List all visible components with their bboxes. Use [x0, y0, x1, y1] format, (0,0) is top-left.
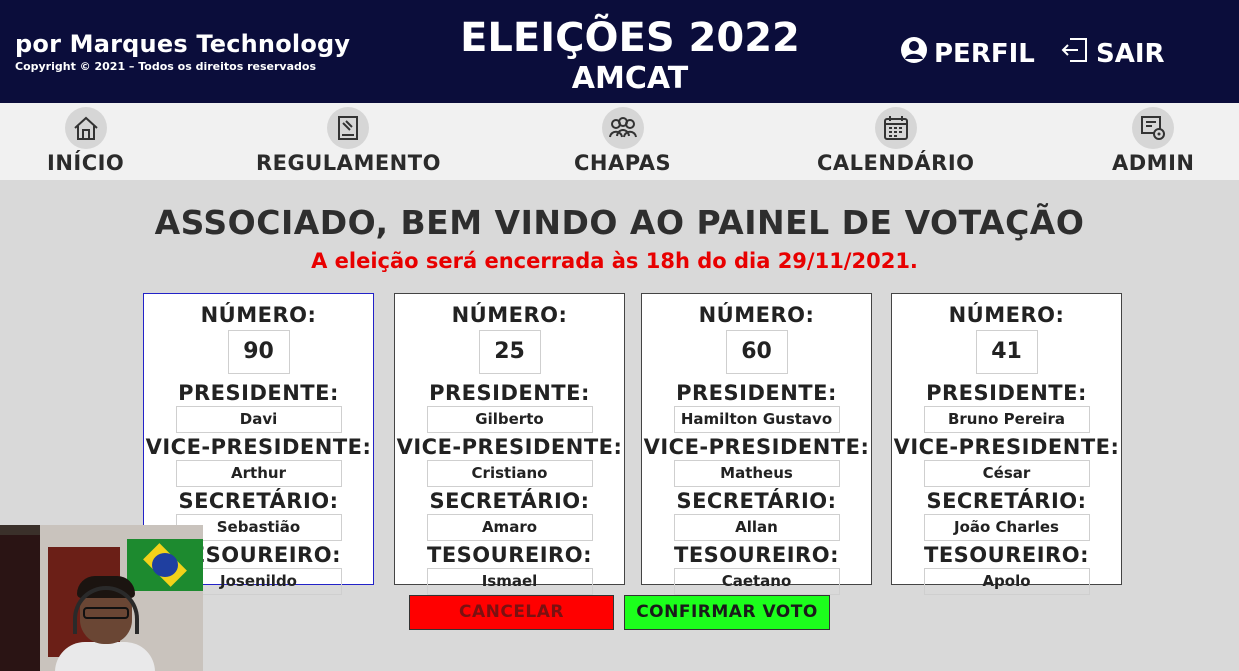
flag-circle: [152, 553, 178, 577]
calendar-icon: [874, 107, 917, 149]
brand-block: por Marques Technology Copyright © 2021 …: [15, 30, 350, 73]
nav-label-admin: ADMIN: [1112, 151, 1195, 175]
page-subtitle: AMCAT: [571, 61, 689, 96]
top-header: por Marques Technology Copyright © 2021 …: [0, 0, 1239, 103]
treasurer-label: TESOUREIRO:: [427, 543, 592, 567]
treasurer-name: Caetano: [673, 568, 840, 595]
slate-number: 25: [478, 330, 541, 374]
number-label: NÚMERO:: [200, 303, 317, 327]
number-label: NÚMERO:: [698, 303, 815, 327]
nav-item-calendario[interactable]: CALENDÁRIO: [817, 107, 975, 175]
nav-label-inicio: INÍCIO: [47, 151, 125, 175]
welcome-heading: ASSOCIADO, BEM VINDO AO PAINEL DE VOTAÇÃ…: [154, 203, 1085, 242]
title-block: ELEIÇÕES 2022 AMCAT: [430, 14, 830, 96]
secretary-label: SECRETÁRIO:: [926, 489, 1087, 513]
presenter: [55, 576, 155, 671]
president-label: PRESIDENTE:: [178, 381, 339, 405]
wall-poster: [0, 535, 40, 671]
president-name: Hamilton Gustavo: [673, 406, 840, 433]
secretary-name: João Charles: [923, 514, 1090, 541]
vice-president-name: Arthur: [175, 460, 342, 487]
logout-link[interactable]: SAIR: [1060, 36, 1165, 71]
president-name: Bruno Pereira: [923, 406, 1090, 433]
treasurer-name: Ismael: [426, 568, 593, 595]
vice-president-label: VICE-PRESIDENTE:: [643, 435, 870, 459]
vice-president-name: Cristiano: [426, 460, 593, 487]
confirm-vote-button[interactable]: CONFIRMAR VOTO: [624, 595, 830, 630]
number-label: NÚMERO:: [451, 303, 568, 327]
treasurer-label: TESOUREIRO:: [924, 543, 1089, 567]
logout-icon: [1060, 36, 1090, 71]
copyright-text: Copyright © 2021 – Todos os direitos res…: [15, 60, 316, 73]
election-deadline-notice: A eleição será encerrada às 18h do dia 2…: [311, 249, 918, 273]
president-name: Gilberto: [426, 406, 593, 433]
home-icon: [64, 107, 107, 149]
vice-president-label: VICE-PRESIDENTE:: [396, 435, 623, 459]
treasurer-name: Apolo: [923, 568, 1090, 595]
nav-label-regulamento: REGULAMENTO: [256, 151, 441, 175]
nav-item-regulamento[interactable]: REGULAMENTO: [256, 107, 441, 175]
main-nav: INÍCIO REGULAMENTO CHAPAS CALENDÁRIO ADM…: [0, 103, 1239, 180]
president-label: PRESIDENTE:: [676, 381, 837, 405]
vice-president-label: VICE-PRESIDENTE:: [145, 435, 372, 459]
vice-president-name: César: [923, 460, 1090, 487]
slate-card-3[interactable]: NÚMERO: 60 PRESIDENTE: Hamilton Gustavo …: [641, 293, 872, 595]
profile-link[interactable]: PERFIL: [900, 36, 1035, 71]
nav-item-inicio[interactable]: INÍCIO: [47, 107, 124, 175]
president-name: Davi: [175, 406, 342, 433]
vice-president-label: VICE-PRESIDENTE:: [893, 435, 1120, 459]
treasurer-label: TESOUREIRO:: [674, 543, 839, 567]
slate-card-2[interactable]: NÚMERO: 25 PRESIDENTE: Gilberto VICE-PRE…: [394, 293, 625, 595]
number-label: NÚMERO:: [948, 303, 1065, 327]
secretary-label: SECRETÁRIO:: [178, 489, 339, 513]
cancel-button[interactable]: CANCELAR: [409, 595, 614, 630]
nav-item-chapas[interactable]: CHAPAS: [574, 107, 671, 175]
user-icon: [900, 36, 928, 71]
group-icon: [601, 107, 644, 149]
secretary-label: SECRETÁRIO:: [676, 489, 837, 513]
slate-number: 41: [975, 330, 1038, 374]
nav-label-calendario: CALENDÁRIO: [817, 151, 975, 175]
logout-label: SAIR: [1096, 38, 1165, 69]
president-label: PRESIDENTE:: [926, 381, 1087, 405]
vice-president-name: Matheus: [673, 460, 840, 487]
profile-label: PERFIL: [934, 38, 1035, 69]
presenter-shirt: [55, 642, 155, 671]
webcam-overlay: [0, 525, 203, 671]
nav-item-admin[interactable]: ADMIN: [1112, 107, 1194, 175]
slate-number: 90: [227, 330, 290, 374]
secretary-name: Allan: [673, 514, 840, 541]
glasses-icon: [83, 607, 129, 619]
slate-card-4[interactable]: NÚMERO: 41 PRESIDENTE: Bruno Pereira VIC…: [891, 293, 1122, 595]
page-title: ELEIÇÕES 2022: [460, 15, 800, 61]
secretary-label: SECRETÁRIO:: [429, 489, 590, 513]
nav-label-chapas: CHAPAS: [574, 151, 672, 175]
admin-settings-icon: [1132, 107, 1175, 149]
document-icon: [327, 107, 370, 149]
president-label: PRESIDENTE:: [429, 381, 590, 405]
slate-number: 60: [725, 330, 788, 374]
secretary-name: Amaro: [426, 514, 593, 541]
brand-name: por Marques Technology: [15, 30, 351, 58]
